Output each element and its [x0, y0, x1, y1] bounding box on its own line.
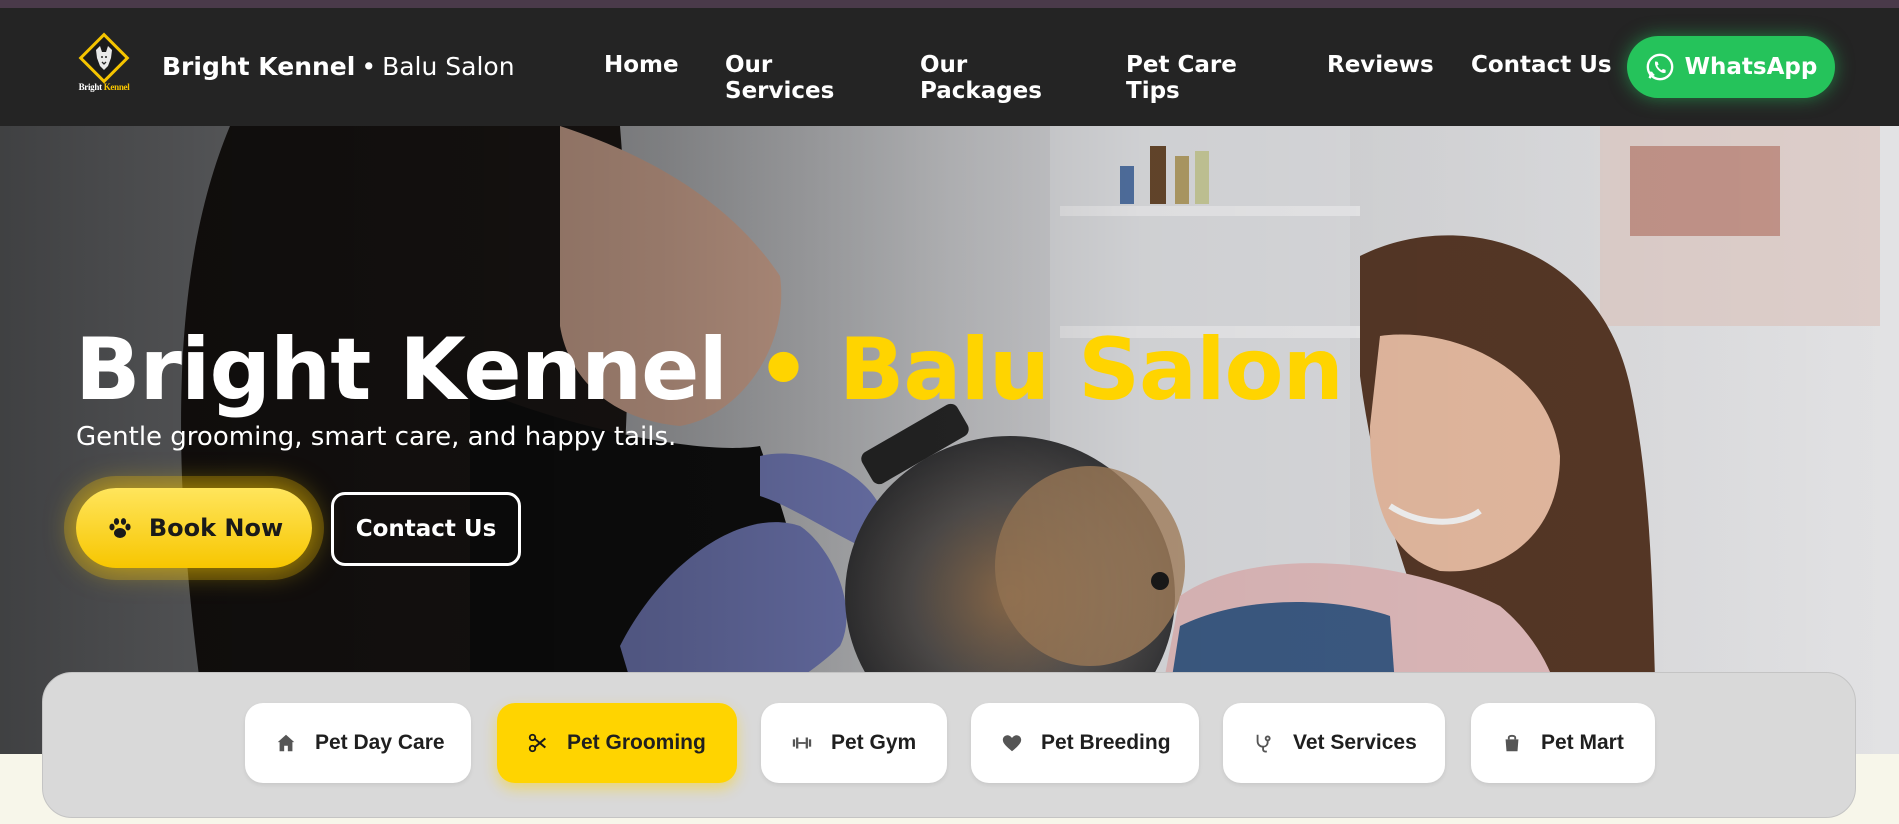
heart-icon: [1002, 735, 1022, 752]
service-pet-mart[interactable]: Pet Mart: [1471, 703, 1655, 783]
brand-separator: •: [361, 51, 377, 81]
nav-our-packages[interactable]: Our Packages: [920, 52, 1080, 104]
top-strip: [0, 0, 1899, 8]
hero-title-dot: •: [755, 320, 811, 420]
home-icon: [277, 734, 295, 752]
nav-contact-us[interactable]: Contact Us: [1471, 52, 1631, 78]
brand-name[interactable]: Bright Kennel • Balu Salon: [162, 52, 515, 81]
service-label: Pet Gym: [831, 731, 917, 754]
whatsapp-icon: [1646, 53, 1674, 81]
nav-reviews[interactable]: Reviews: [1327, 52, 1437, 78]
service-pet-gym[interactable]: Pet Gym: [761, 703, 947, 783]
book-now-button[interactable]: Book Now: [76, 488, 312, 568]
service-label: Pet Day Care: [315, 731, 445, 754]
brand-name-regular: Balu Salon: [382, 51, 515, 81]
navbar: Bright Kennel Bright Kennel • Balu Salon H…: [0, 8, 1899, 126]
logo-text: Bright Kennel: [78, 82, 130, 92]
brand[interactable]: Bright Kennel Bright Kennel • Balu Salon: [76, 32, 515, 98]
nav-pet-care-tips[interactable]: Pet Care Tips: [1126, 52, 1286, 104]
whatsapp-label: WhatsApp: [1684, 54, 1818, 80]
nav-our-services[interactable]: Our Services: [725, 52, 875, 104]
hero-title-white: Bright Kennel: [75, 320, 728, 420]
dumbbell-icon: [792, 737, 812, 749]
shopping-bag-icon: [1505, 734, 1519, 752]
paw-icon: [109, 518, 131, 538]
hero-contact-label: Contact Us: [355, 516, 497, 542]
services-bar: Pet Day Care Pet Grooming Pet Gym Pet Br…: [42, 672, 1856, 818]
hero-title: Bright Kennel • Balu Salon: [75, 320, 1344, 420]
hero-contact-button[interactable]: Contact Us: [331, 492, 521, 566]
dog-logo-icon: [96, 46, 112, 70]
service-pet-grooming[interactable]: Pet Grooming: [497, 703, 737, 783]
service-label: Pet Grooming: [567, 731, 706, 754]
whatsapp-button[interactable]: WhatsApp: [1627, 36, 1835, 98]
hero-subtitle: Gentle grooming, smart care, and happy t…: [76, 422, 677, 452]
stethoscope-icon: [1256, 734, 1271, 753]
brand-name-bold: Bright Kennel: [162, 51, 356, 81]
service-label: Pet Mart: [1541, 731, 1624, 754]
service-pet-day-care[interactable]: Pet Day Care: [245, 703, 471, 783]
book-now-label: Book Now: [148, 514, 284, 542]
service-pet-breeding[interactable]: Pet Breeding: [971, 703, 1199, 783]
logo[interactable]: Bright Kennel: [76, 32, 132, 98]
hero-section: Bright Kennel • Balu Salon Gentle groomi…: [0, 126, 1899, 754]
scissors-icon: [528, 733, 546, 753]
service-label: Pet Breeding: [1041, 731, 1171, 754]
hero-title-yellow: Balu Salon: [838, 320, 1344, 420]
service-vet-services[interactable]: Vet Services: [1223, 703, 1445, 783]
service-label: Vet Services: [1293, 731, 1417, 754]
nav-home[interactable]: Home: [604, 52, 704, 78]
